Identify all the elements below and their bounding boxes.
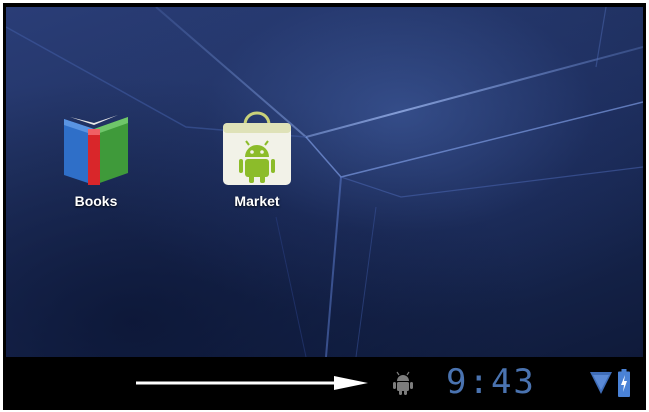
- battery-charging-icon[interactable]: [618, 369, 630, 397]
- clock[interactable]: 9:43: [446, 364, 536, 400]
- app-label-market: Market: [234, 193, 280, 209]
- market-icon: [223, 111, 291, 185]
- android-icon[interactable]: [393, 371, 413, 395]
- device-frame: Books Market 9:43: [0, 0, 649, 412]
- home-screen: Books Market 9:43: [3, 7, 646, 410]
- arrow-right-icon: [136, 376, 368, 390]
- app-market[interactable]: Market: [202, 107, 312, 217]
- app-books[interactable]: Books: [41, 107, 151, 217]
- wifi-icon[interactable]: [590, 372, 612, 394]
- app-label-books: Books: [74, 193, 118, 209]
- books-icon: [64, 115, 128, 185]
- system-bar: 9:43: [6, 357, 643, 407]
